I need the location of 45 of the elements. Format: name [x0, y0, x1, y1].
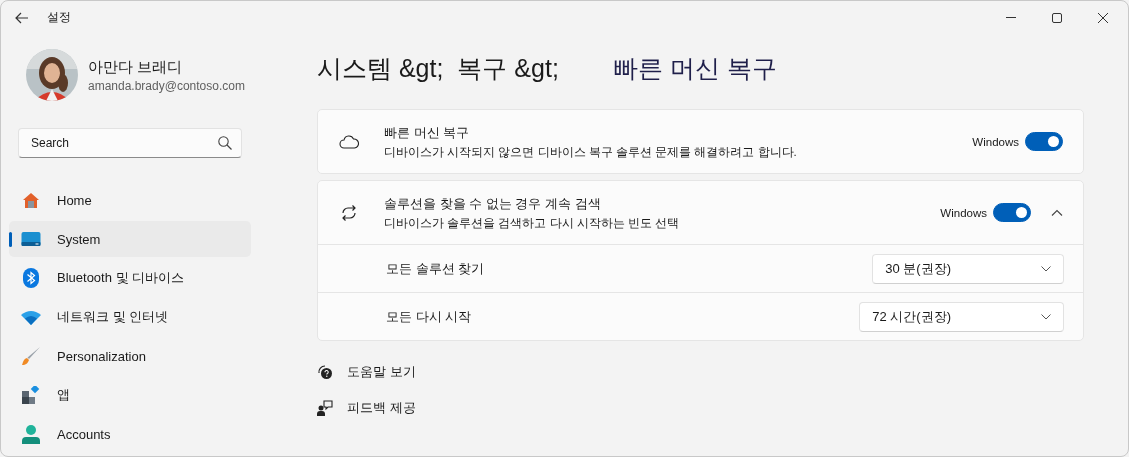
toggle-label: Windows	[940, 206, 987, 219]
toggle-label: Windows	[972, 135, 1019, 148]
window-title: 설정	[47, 9, 71, 26]
search-field[interactable]: Search	[18, 128, 242, 158]
nav-item[interactable]: Accounts	[9, 416, 251, 452]
nav-item[interactable]: 앱	[9, 377, 251, 413]
breadcrumb-item[interactable]: 복구 &gt;	[457, 52, 559, 85]
user-name: 아만다 브래디	[88, 57, 184, 77]
user-email: amanda.brady@contoso.com	[88, 78, 245, 93]
person-icon	[21, 424, 41, 444]
cloud-icon	[338, 134, 360, 149]
option-label: 모든 솔루션 찾기	[386, 259, 485, 278]
nav-item[interactable]: System	[9, 221, 251, 257]
help-link[interactable]: 피드백 제공	[317, 399, 1084, 417]
search-icon[interactable]	[218, 136, 232, 150]
brush-icon	[21, 346, 41, 366]
setting-title: 빠른 머신 복구	[384, 123, 471, 142]
setting-description: 디바이스가 솔루션을 검색하고 다시 시작하는 빈도 선택	[384, 215, 681, 231]
dropdown[interactable]: 30 분(권장)	[872, 253, 1064, 284]
nav-item[interactable]: Bluetooth 및 디바이스	[9, 260, 251, 296]
option-label: 모든 다시 시작	[386, 307, 472, 326]
breadcrumb-item[interactable]: 시스템 &gt;	[317, 52, 444, 85]
wifi-icon	[21, 309, 41, 325]
chevron-up-icon[interactable]	[1051, 209, 1063, 216]
nav-item[interactable]: Home	[9, 182, 251, 218]
apps-icon	[21, 386, 41, 404]
nav-item[interactable]: Personalization	[9, 338, 251, 374]
toggle-switch[interactable]	[993, 203, 1031, 222]
monitor-icon	[21, 232, 41, 246]
dropdown[interactable]: 72 시간(권장)	[859, 301, 1064, 332]
chevron-down-icon	[1041, 265, 1051, 272]
setting-description: 디바이스가 시작되지 않으면 디바이스 복구 솔루션 문제를 해결하려고 합니다.	[384, 144, 798, 160]
setting-title: 솔루션을 찾을 수 없는 경우 계속 검색	[384, 194, 602, 213]
help-icon	[317, 364, 333, 380]
maximize-icon[interactable]	[1052, 12, 1062, 23]
house-icon	[21, 191, 41, 209]
nav-item[interactable]: 네트워크 및 인터넷	[9, 299, 251, 335]
back-icon[interactable]	[15, 11, 29, 24]
toggle-switch[interactable]	[1025, 132, 1063, 151]
chevron-down-icon	[1041, 313, 1051, 320]
bluetooth-icon	[21, 268, 41, 288]
help-link[interactable]: 도움말 보기	[317, 363, 1084, 381]
breadcrumb-item: 빠른 머신 복구	[612, 53, 777, 84]
close-icon[interactable]	[1098, 12, 1108, 23]
feedback-icon	[317, 400, 333, 416]
